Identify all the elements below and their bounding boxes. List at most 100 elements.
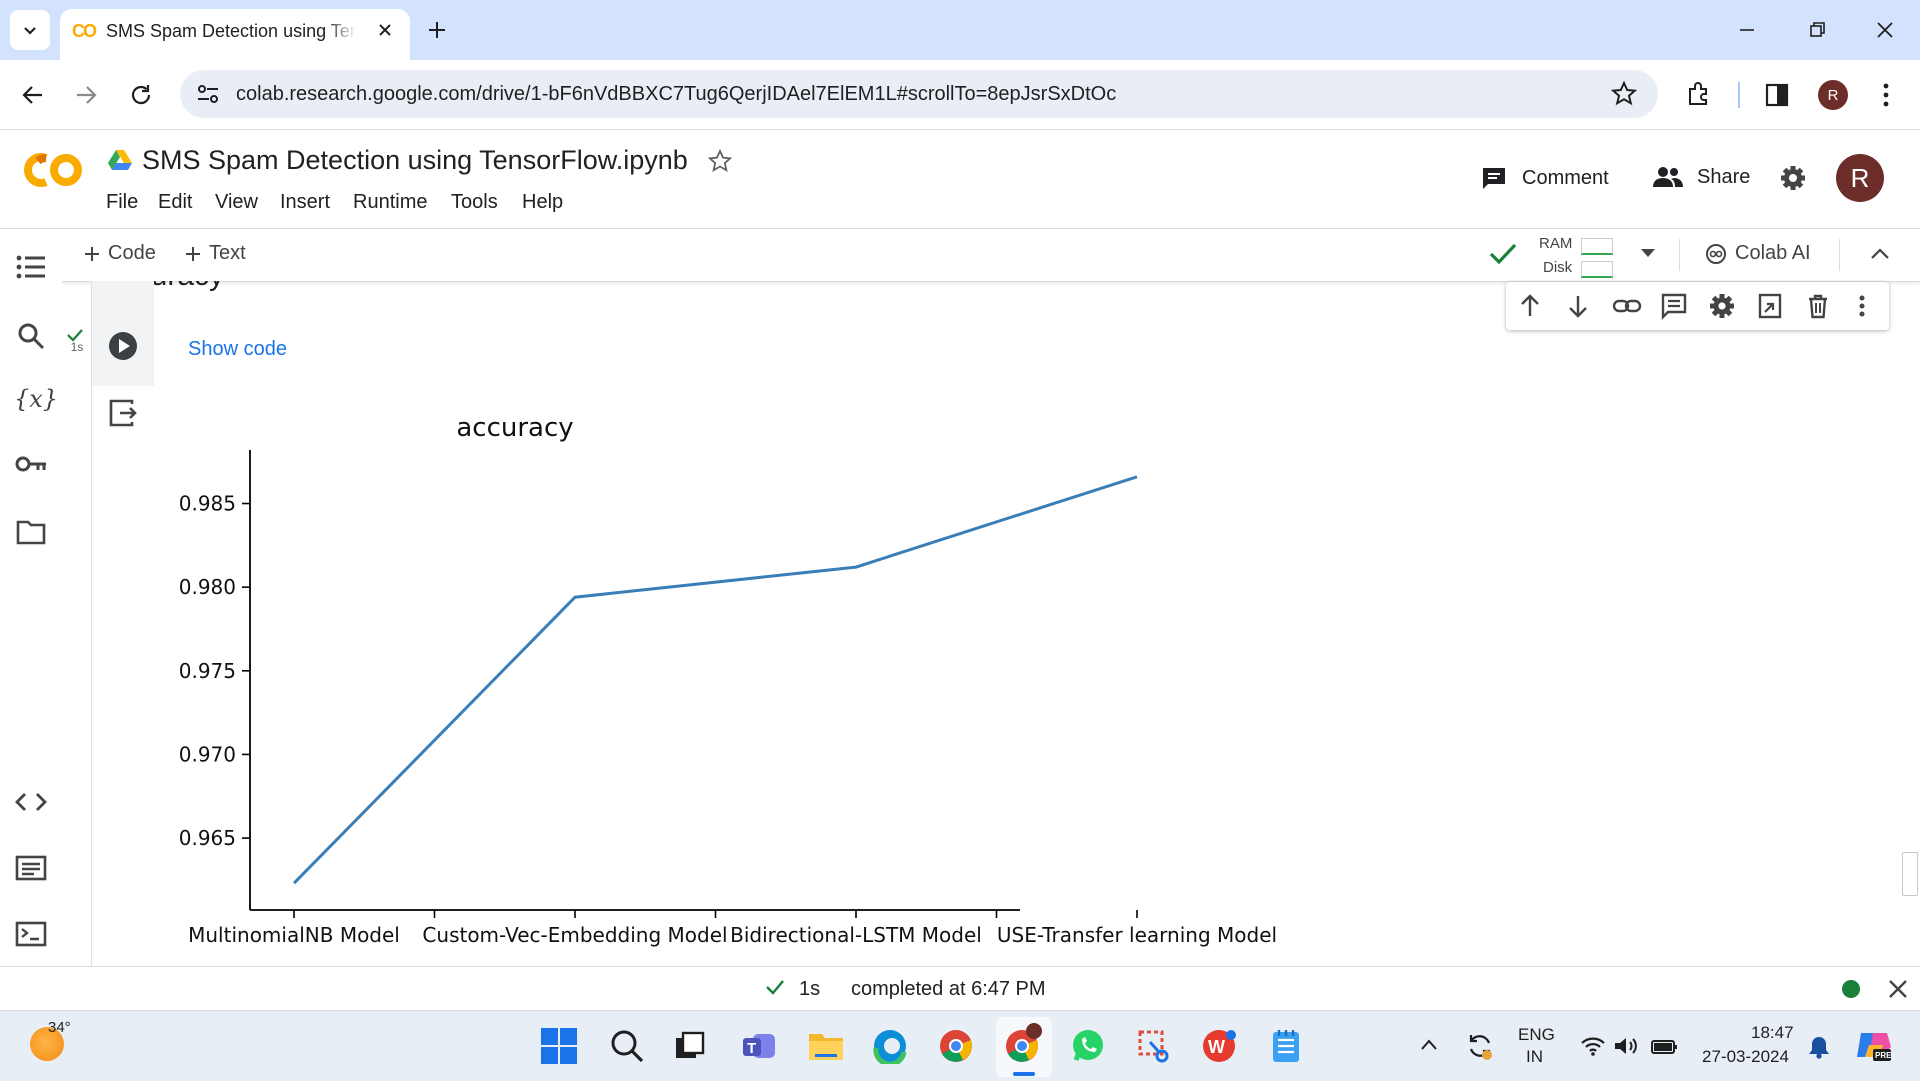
- more-cell-actions-icon[interactable]: [1856, 292, 1868, 320]
- side-panel-button[interactable]: [1764, 82, 1790, 108]
- volume-icon[interactable]: [1613, 1035, 1639, 1057]
- code-snippets-icon[interactable]: [15, 791, 47, 813]
- chrome-profile-active-icon[interactable]: [996, 1017, 1052, 1077]
- resource-monitor[interactable]: RAM Disk: [1535, 232, 1615, 278]
- bookmark-star-icon[interactable]: [1610, 80, 1638, 108]
- move-cell-down-icon[interactable]: [1564, 292, 1592, 320]
- minimize-icon: [1740, 29, 1754, 31]
- chevron-up-icon: [1871, 248, 1889, 259]
- menu-runtime[interactable]: Runtime: [353, 191, 427, 214]
- restore-button[interactable]: [1805, 18, 1829, 42]
- move-cell-up-icon[interactable]: [1516, 292, 1544, 320]
- status-exec-time: 1s: [799, 978, 821, 1000]
- command-palette-icon[interactable]: [15, 855, 47, 881]
- browser-profile-avatar[interactable]: R: [1818, 80, 1848, 110]
- input-language-top[interactable]: ENG: [1518, 1025, 1555, 1045]
- add-code-cell-button[interactable]: Code: [84, 242, 156, 265]
- add-comment-icon[interactable]: [1660, 292, 1688, 320]
- collapse-header-button[interactable]: [1870, 245, 1890, 261]
- secrets-key-icon[interactable]: [14, 453, 48, 475]
- search-icon[interactable]: [16, 321, 46, 351]
- battery-icon[interactable]: [1650, 1035, 1678, 1057]
- notepad-icon[interactable]: [1270, 1028, 1302, 1064]
- close-status-bar-icon[interactable]: [1887, 978, 1909, 1000]
- x-tick-label: Custom-Vec-Embedding Model: [422, 923, 727, 947]
- wifi-icon[interactable]: [1580, 1035, 1606, 1057]
- menu-file[interactable]: File: [106, 191, 138, 214]
- chart-title: accuracy: [456, 413, 573, 443]
- colab-logo[interactable]: [20, 148, 86, 192]
- task-view-icon[interactable]: [673, 1030, 705, 1062]
- add-text-cell-button[interactable]: Text: [185, 242, 246, 265]
- reload-button[interactable]: [128, 82, 154, 108]
- tab-list-dropdown-button[interactable]: [10, 10, 50, 50]
- run-cell-button[interactable]: [107, 330, 139, 362]
- browser-tab[interactable]: CO SMS Spam Detection using TensorFlow.i…: [60, 9, 410, 60]
- taskbar-search-icon[interactable]: [609, 1028, 645, 1064]
- sync-status-icon[interactable]: [1465, 1031, 1495, 1061]
- variables-icon[interactable]: {𝑥}: [14, 385, 58, 413]
- file-explorer-icon[interactable]: [807, 1028, 845, 1064]
- mirror-cell-in-tab-icon[interactable]: [1756, 292, 1784, 320]
- weather-temp: 34°: [48, 1019, 71, 1036]
- notification-bell-icon[interactable]: [1808, 1035, 1830, 1059]
- copilot-icon[interactable]: PRE: [1855, 1027, 1893, 1063]
- colab-ai-button[interactable]: Colab AI: [1705, 242, 1811, 265]
- teams-app-icon[interactable]: T: [741, 1028, 777, 1064]
- runtime-dropdown-button[interactable]: [1640, 247, 1656, 259]
- chrome-browser-icon[interactable]: [938, 1028, 974, 1064]
- files-folder-icon[interactable]: [16, 519, 46, 545]
- extensions-button[interactable]: [1685, 80, 1713, 108]
- notebook-scrollbar-thumb[interactable]: [1902, 852, 1918, 896]
- divider: [1679, 239, 1680, 271]
- output-actions-icon[interactable]: [108, 398, 138, 428]
- clock-time[interactable]: 18:47: [1751, 1023, 1794, 1043]
- table-of-contents-icon[interactable]: [16, 254, 46, 280]
- share-button[interactable]: Share: [1653, 165, 1750, 189]
- svg-text:PRE: PRE: [1875, 1051, 1892, 1060]
- x-tick-label: USE-Transfer learning Model: [997, 923, 1277, 947]
- browser-menu-button[interactable]: [1876, 80, 1896, 110]
- svg-text:T: T: [747, 1040, 756, 1057]
- google-drive-icon[interactable]: [107, 148, 133, 172]
- show-code-link[interactable]: Show code: [188, 338, 287, 361]
- menu-insert[interactable]: Insert: [280, 191, 330, 214]
- star-notebook-button[interactable]: [707, 148, 733, 174]
- new-tab-button[interactable]: [425, 18, 449, 42]
- snipping-tool-icon[interactable]: [1136, 1028, 1172, 1064]
- forward-button[interactable]: [73, 82, 99, 108]
- terminal-icon[interactable]: [15, 921, 47, 947]
- tab-close-icon[interactable]: [374, 19, 396, 41]
- menu-help[interactable]: Help: [522, 191, 563, 214]
- notebook-title[interactable]: SMS Spam Detection using TensorFlow.ipyn…: [142, 145, 688, 176]
- comment-button[interactable]: Comment: [1480, 165, 1609, 191]
- whatsapp-icon[interactable]: [1070, 1028, 1106, 1064]
- active-app-indicator: [1013, 1072, 1035, 1076]
- minimize-button[interactable]: [1735, 18, 1759, 42]
- clock-date[interactable]: 27-03-2024: [1702, 1047, 1789, 1067]
- weather-widget[interactable]: 34°: [30, 1019, 71, 1061]
- execution-status-bar: 1s completed at 6:47 PM: [0, 966, 1920, 1011]
- add-text-label: Text: [209, 242, 246, 264]
- show-hidden-icons-chevron-icon[interactable]: [1420, 1037, 1438, 1051]
- site-info-icon[interactable]: [196, 83, 220, 105]
- menu-tools[interactable]: Tools: [451, 191, 498, 214]
- user-avatar[interactable]: R: [1836, 154, 1884, 202]
- input-language-bottom[interactable]: IN: [1526, 1047, 1543, 1067]
- comment-label: Comment: [1522, 166, 1609, 189]
- back-button[interactable]: [20, 82, 46, 108]
- address-bar[interactable]: colab.research.google.com/drive/1-bF6nVd…: [180, 70, 1658, 118]
- edge-browser-icon[interactable]: [872, 1028, 908, 1064]
- menu-edit[interactable]: Edit: [158, 191, 192, 214]
- link-to-cell-icon[interactable]: [1612, 292, 1642, 320]
- cell-settings-gear-icon[interactable]: [1708, 292, 1736, 320]
- status-completion-text[interactable]: completed at 6:47 PM: [851, 978, 1046, 1001]
- delete-cell-trash-icon[interactable]: [1804, 292, 1832, 320]
- start-button-windows-icon[interactable]: [541, 1028, 577, 1064]
- wps-office-icon[interactable]: W: [1201, 1028, 1239, 1064]
- close-window-button[interactable]: [1873, 18, 1897, 42]
- divider: [1839, 239, 1840, 271]
- menu-view[interactable]: View: [215, 191, 258, 214]
- settings-button[interactable]: [1779, 164, 1807, 192]
- arrow-right-icon: [77, 86, 97, 104]
